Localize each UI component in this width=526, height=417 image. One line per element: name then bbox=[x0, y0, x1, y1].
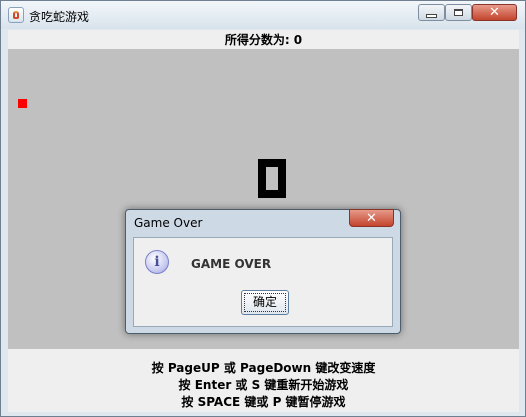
hint-restart: 按 Enter 或 S 键重新开始游戏 bbox=[178, 378, 349, 392]
dialog-message: GAME OVER bbox=[191, 257, 272, 271]
food-block bbox=[18, 99, 27, 108]
game-over-dialog: Game Over ✕ i GAME OVER 确定 bbox=[125, 209, 401, 334]
close-icon: ✕ bbox=[489, 5, 500, 20]
ok-button[interactable]: 确定 bbox=[241, 290, 289, 315]
hint-pause: 按 SPACE 键或 P 键暂停游戏 bbox=[181, 395, 346, 409]
maximize-icon bbox=[454, 9, 463, 16]
minimize-button[interactable] bbox=[418, 4, 445, 21]
window-title: 贪吃蛇游戏 bbox=[29, 10, 90, 24]
score-label: 所得分数为: 0 bbox=[224, 33, 303, 47]
hint-speed: 按 PageUP 或 PageDown 键改变速度 bbox=[151, 361, 376, 375]
dialog-close-button[interactable]: ✕ bbox=[349, 209, 394, 227]
control-hints: 按 PageUP 或 PageDown 键改变速度 按 Enter 或 S 键重… bbox=[8, 360, 519, 411]
title-bar[interactable]: 贪吃蛇游戏 ✕ bbox=[1, 1, 525, 29]
minimize-icon bbox=[426, 13, 437, 18]
dialog-body: i GAME OVER 确定 bbox=[133, 237, 393, 327]
dialog-title: Game Over bbox=[134, 216, 203, 230]
info-icon: i bbox=[145, 250, 169, 274]
java-app-icon bbox=[8, 7, 24, 23]
close-icon: ✕ bbox=[366, 210, 377, 226]
snake-segment bbox=[258, 190, 286, 198]
close-window-button[interactable]: ✕ bbox=[472, 4, 517, 21]
maximize-button[interactable] bbox=[445, 4, 472, 21]
